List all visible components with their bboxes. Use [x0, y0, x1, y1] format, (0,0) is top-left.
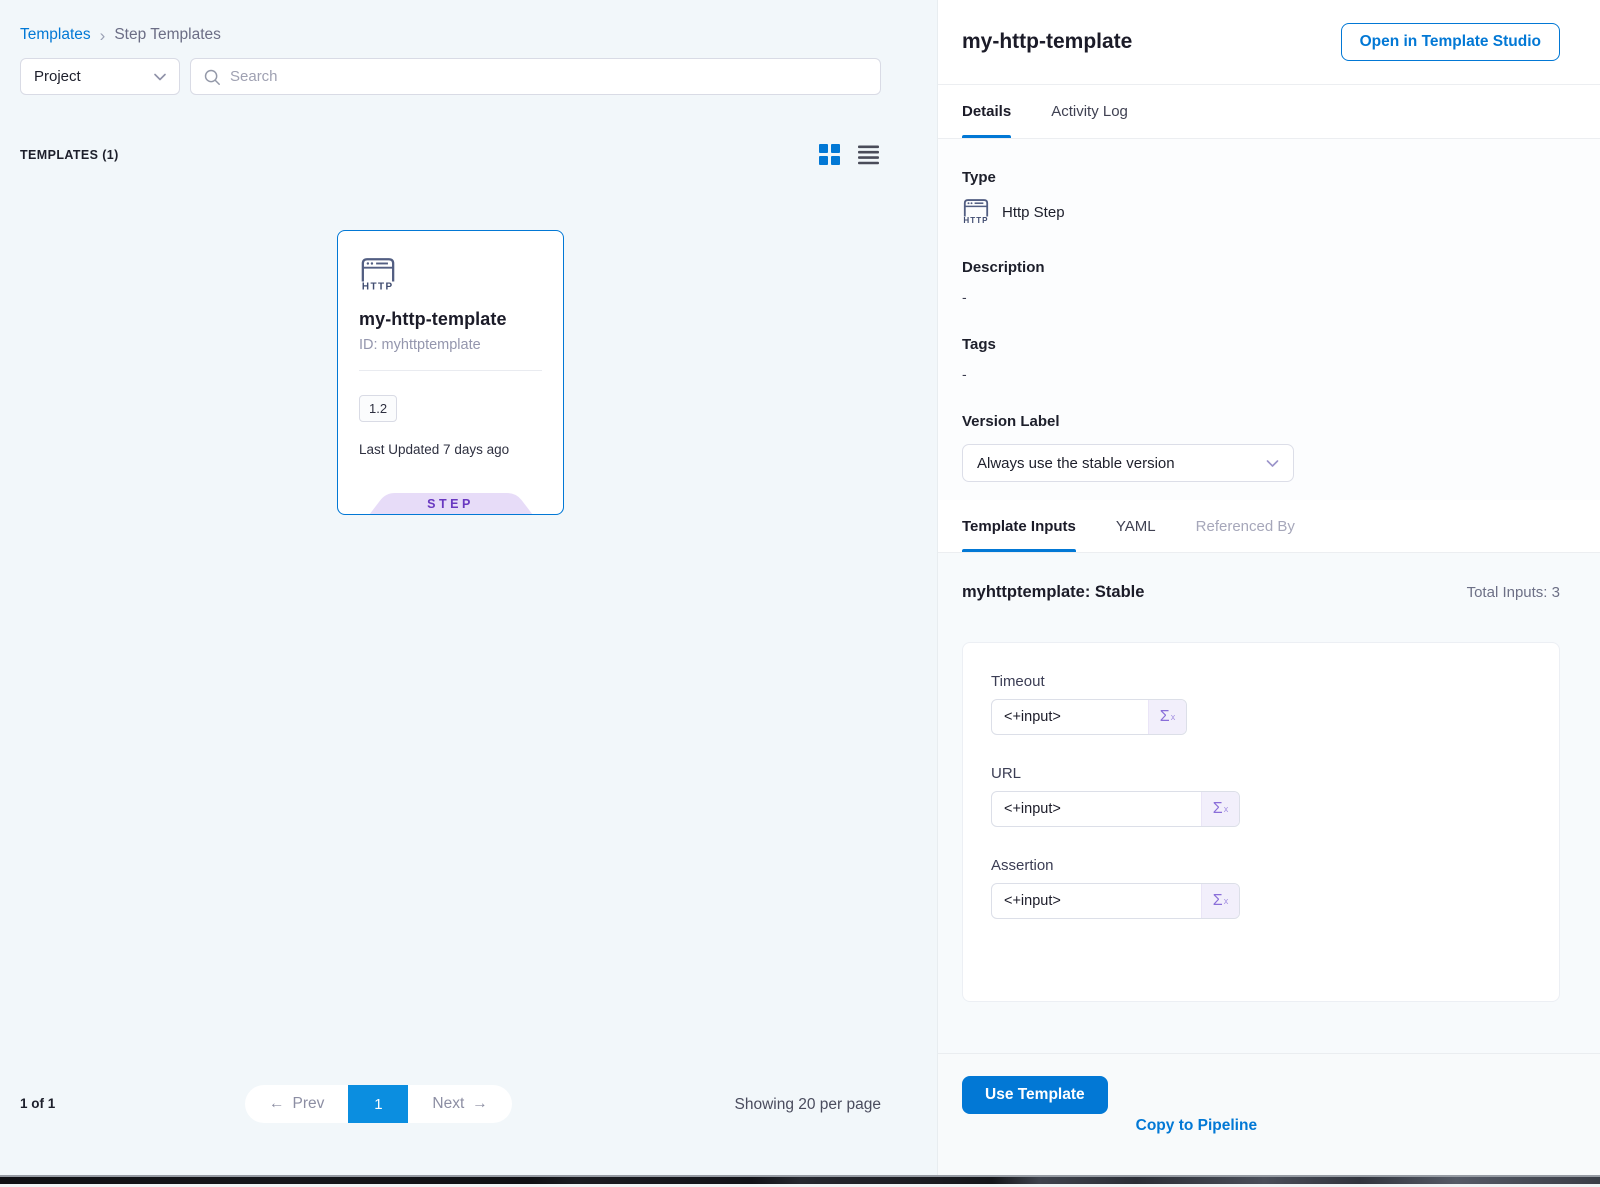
input-field-assertion: Assertion <+input> Σx — [991, 857, 1531, 919]
open-template-studio-button[interactable]: Open in Template Studio — [1341, 23, 1560, 61]
version-chip: 1.2 — [359, 395, 397, 422]
chevron-down-icon — [1266, 459, 1279, 468]
description-value: - — [962, 289, 1560, 305]
template-details-panel: my-http-template Open in Template Studio… — [937, 0, 1600, 1175]
version-select-value: Always use the stable version — [977, 455, 1175, 472]
assertion-input[interactable]: <+input> Σx — [991, 883, 1240, 919]
arrow-left-icon: ← — [269, 1095, 285, 1113]
page-number-button[interactable]: 1 — [348, 1085, 408, 1123]
url-input[interactable]: <+input> Σx — [991, 791, 1240, 827]
view-toggles — [819, 144, 879, 165]
svg-text:HTTP: HTTP — [362, 282, 394, 290]
tab-yaml[interactable]: YAML — [1116, 500, 1156, 552]
last-updated-label: Last Updated 7 days ago — [359, 442, 542, 457]
grid-view-icon[interactable] — [819, 144, 840, 165]
pagination: ← Prev 1 Next → — [245, 1085, 512, 1123]
url-input-value: <+input> — [992, 792, 1201, 826]
breadcrumb-templates-link[interactable]: Templates — [20, 26, 91, 44]
svg-text:HTTP: HTTP — [963, 216, 988, 223]
template-card-title: my-http-template — [359, 309, 542, 330]
url-label: URL — [991, 765, 1531, 782]
use-template-button[interactable]: Use Template — [962, 1076, 1108, 1114]
breadcrumb-current: Step Templates — [114, 26, 221, 44]
http-step-icon: HTTP — [962, 196, 990, 228]
step-ribbon-label: STEP — [361, 497, 541, 511]
search-box — [190, 58, 881, 95]
search-input[interactable] — [230, 68, 868, 85]
screen: Templates › Step Templates Project — [0, 0, 1600, 1187]
details-content: Type HTTP Http Step Description - — [938, 139, 1600, 500]
timeout-input[interactable]: <+input> Σx — [991, 699, 1187, 735]
inputs-heading: myhttptemplate: Stable — [962, 583, 1144, 602]
template-inputs-section: myhttptemplate: Stable Total Inputs: 3 T… — [938, 553, 1600, 1053]
breadcrumb: Templates › Step Templates — [20, 26, 221, 44]
list-header: TEMPLATES (1) — [20, 144, 879, 165]
inputs-heading-row: myhttptemplate: Stable Total Inputs: 3 — [962, 583, 1560, 602]
filter-row: Project — [20, 58, 881, 95]
expression-input-icon[interactable]: Σx — [1201, 792, 1239, 826]
scope-select[interactable]: Project — [20, 58, 180, 95]
templates-app: Templates › Step Templates Project — [0, 0, 1600, 1175]
per-page-label: Showing 20 per page — [734, 1096, 881, 1114]
http-step-icon: HTTP — [359, 254, 397, 295]
page-summary: 1 of 1 — [20, 1096, 55, 1111]
expression-input-icon[interactable]: Σx — [1201, 884, 1239, 918]
prev-label: Prev — [293, 1095, 325, 1113]
search-icon — [203, 68, 221, 86]
input-field-timeout: Timeout <+input> Σx — [991, 673, 1531, 735]
total-inputs-label: Total Inputs: 3 — [1467, 584, 1560, 601]
copy-to-pipeline-link[interactable]: Copy to Pipeline — [1136, 1117, 1257, 1135]
type-value: Http Step — [1002, 204, 1065, 221]
panel-title: my-http-template — [962, 30, 1132, 54]
details-header: my-http-template Open in Template Studio — [938, 0, 1600, 85]
version-label: Version Label — [962, 413, 1560, 430]
input-field-url: URL <+input> Σx — [991, 765, 1531, 827]
tags-label: Tags — [962, 336, 1560, 353]
description-label: Description — [962, 259, 1560, 276]
chevron-down-icon — [154, 73, 166, 81]
tab-details[interactable]: Details — [962, 85, 1011, 138]
list-view-icon[interactable] — [858, 144, 879, 165]
template-card-id: ID: myhttptemplate — [359, 337, 542, 353]
next-label: Next — [432, 1095, 464, 1113]
inputs-card: Timeout <+input> Σx URL <+input> Σx — [962, 642, 1560, 1002]
scope-select-value: Project — [34, 68, 81, 85]
tab-template-inputs[interactable]: Template Inputs — [962, 500, 1076, 552]
type-row: HTTP Http Step — [962, 196, 1560, 228]
tab-activity-log[interactable]: Activity Log — [1051, 85, 1128, 138]
type-label: Type — [962, 169, 1560, 186]
card-divider — [359, 370, 542, 371]
next-page-button[interactable]: Next → — [408, 1085, 511, 1123]
tags-value: - — [962, 366, 1560, 382]
step-type-ribbon: STEP — [361, 493, 541, 515]
expression-input-icon[interactable]: Σx — [1148, 700, 1186, 734]
template-list-panel: Templates › Step Templates Project — [0, 0, 937, 1175]
arrow-right-icon: → — [472, 1095, 488, 1113]
inputs-tabs: Template Inputs YAML Referenced By — [938, 500, 1600, 553]
templates-count-label: TEMPLATES (1) — [20, 148, 119, 162]
assertion-label: Assertion — [991, 857, 1531, 874]
chevron-right-icon: › — [100, 27, 106, 44]
details-tabs: Details Activity Log — [938, 85, 1600, 139]
assertion-input-value: <+input> — [992, 884, 1201, 918]
template-card[interactable]: HTTP my-http-template ID: myhttptemplate… — [337, 230, 564, 515]
prev-page-button[interactable]: ← Prev — [245, 1085, 348, 1123]
timeout-label: Timeout — [991, 673, 1531, 690]
desktop-wallpaper-strip — [0, 1175, 1600, 1187]
tab-referenced-by[interactable]: Referenced By — [1196, 500, 1295, 552]
details-footer: Use Template Copy to Pipeline — [938, 1053, 1600, 1175]
version-select[interactable]: Always use the stable version — [962, 444, 1294, 482]
timeout-input-value: <+input> — [992, 700, 1148, 734]
